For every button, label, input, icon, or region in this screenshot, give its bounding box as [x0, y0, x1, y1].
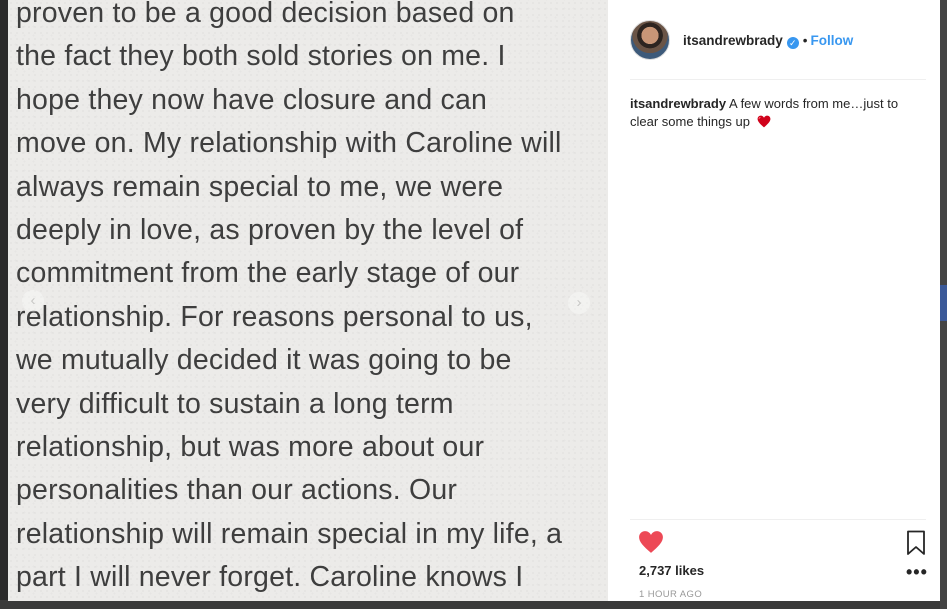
note-line: relationship. For reasons personal to us… [16, 300, 533, 333]
note-line: commitment from the early stage of our [16, 257, 520, 290]
follow-button[interactable]: Follow [811, 33, 854, 48]
heart-icon[interactable] [638, 530, 664, 554]
backdrop-left [0, 0, 8, 609]
post-modal: proven to be a good decision based on the… [8, 0, 940, 601]
post-photo: proven to be a good decision based on the… [8, 0, 608, 601]
caption: itsandrewbrady A few words from me…just … [630, 95, 926, 131]
action-bar [630, 530, 930, 556]
header-row: itsandrewbrady ✓ • Follow [683, 33, 853, 49]
verified-badge-icon: ✓ [786, 37, 799, 49]
post-timestamp[interactable]: 1 HOUR AGO [639, 589, 702, 600]
note-line: always remain special to me, we were [16, 170, 504, 203]
post-note-text: proven to be a good decision based on the… [16, 0, 608, 599]
note-line: hope they now have closure and can [16, 83, 488, 116]
note-line: we mutually decided it was going to be [16, 344, 512, 377]
bookmark-icon[interactable] [906, 530, 926, 556]
username-link[interactable]: itsandrewbrady [683, 33, 783, 48]
note-line: the fact they both sold stories on me. I [16, 40, 506, 73]
post-header: itsandrewbrady ✓ • Follow [630, 17, 922, 63]
backdrop-right-accent [940, 285, 947, 321]
note-line: move on. My relationship with Caroline w… [16, 127, 562, 160]
avatar[interactable] [630, 20, 670, 60]
caption-username-link[interactable]: itsandrewbrady [630, 96, 726, 111]
header-divider [630, 79, 926, 80]
backdrop-bottom [0, 600, 947, 609]
note-line: proven to be a good decision based on [16, 0, 515, 29]
likes-count[interactable]: 2,737 likes [639, 563, 704, 578]
note-line: relationship, but was more about our [16, 430, 485, 463]
post-sidebar: itsandrewbrady ✓ • Follow itsandrewbrady A … [608, 0, 940, 601]
more-options-icon[interactable]: ••• [906, 563, 928, 581]
note-line: personalities than our actions. Our [16, 474, 458, 507]
note-line: part I will never forget. Caroline knows… [16, 561, 524, 594]
carousel-next-button[interactable]: › [568, 292, 590, 314]
note-line: relationship will remain special in my l… [16, 517, 563, 550]
actions-divider [630, 519, 926, 520]
note-line: very difficult to sustain a long term [16, 387, 454, 420]
separator-dot: • [802, 33, 808, 48]
red-heart-emoji-icon [757, 115, 770, 128]
note-line: deeply in love, as proven by the level o… [16, 213, 524, 246]
carousel-prev-button[interactable]: ‹ [22, 290, 44, 312]
